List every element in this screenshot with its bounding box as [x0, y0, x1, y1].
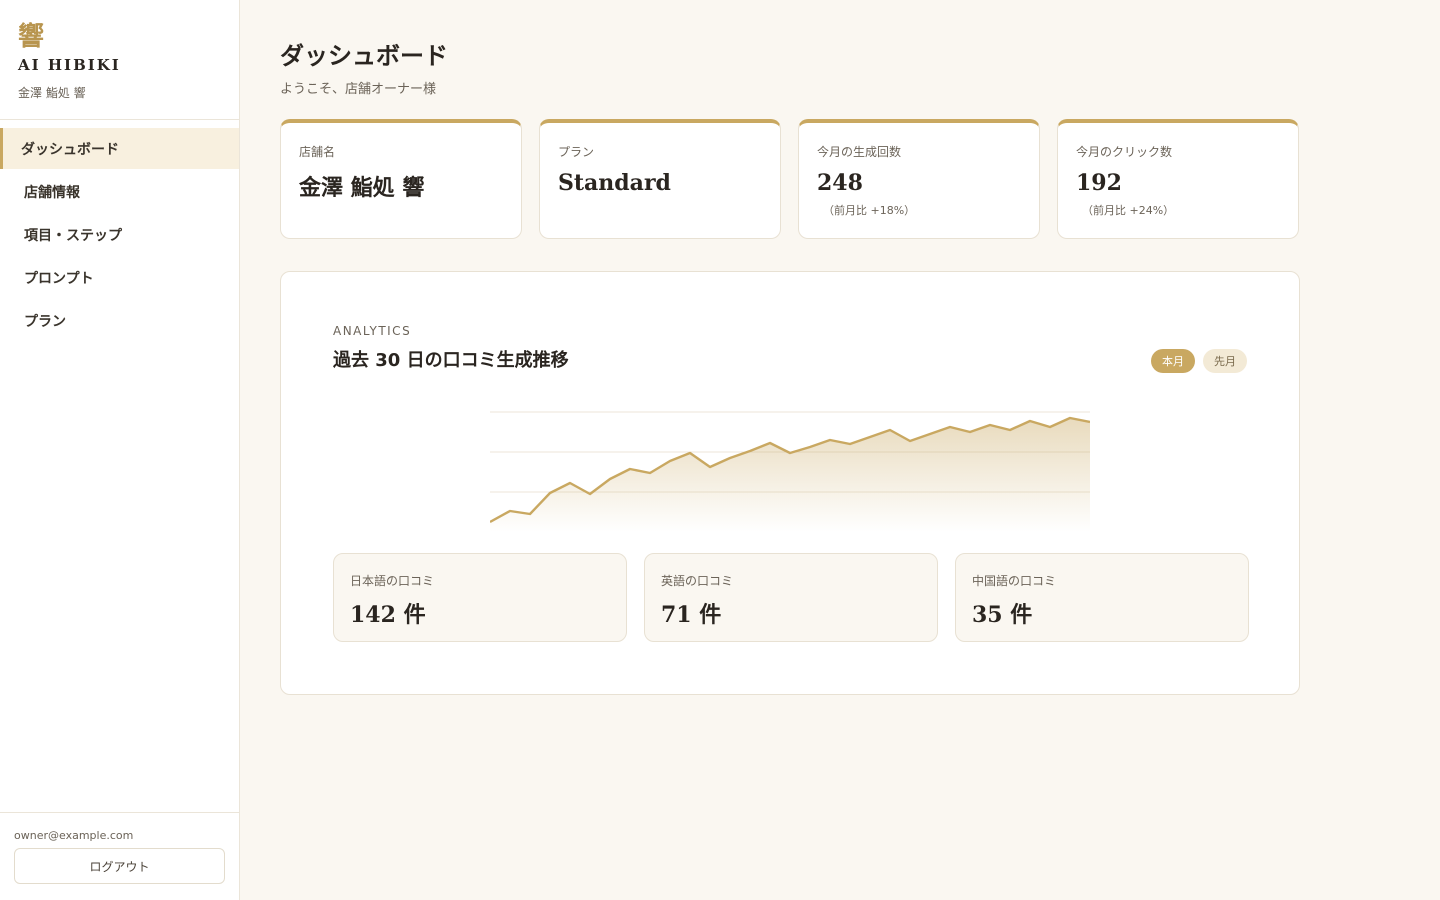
sidebar-item-prompt[interactable]: プロンプト — [0, 257, 239, 298]
stat-value: 金澤 鮨処 響 — [299, 175, 425, 201]
logout-button[interactable]: ログアウト — [14, 848, 225, 884]
brand-name: AI HIBIKI — [18, 56, 121, 74]
period-toggle: 本月 先月 — [1151, 349, 1247, 373]
language-label: 英語の口コミ — [661, 574, 734, 588]
language-cards: 日本語の口コミ 142 件 英語の口コミ 71 件 中国語の口コミ 35 件 — [333, 553, 1249, 642]
stat-value: 192 — [1076, 170, 1122, 196]
stat-cards: 店舗名 金澤 鮨処 響 プラン Standard 今月の生成回数 248 （前月… — [280, 119, 1300, 239]
stat-delta: （前月比 +18%） — [823, 204, 916, 217]
sidebar-item-dashboard[interactable]: ダッシュボード — [0, 128, 239, 169]
sidebar: 響 AI HIBIKI 金澤 鮨処 響 ダッシュボード 店舗情報 項目・ステップ… — [0, 0, 240, 900]
main-content: ダッシュボード ようこそ、店舗オーナー様 店舗名 金澤 鮨処 響 プラン Sta… — [280, 0, 1300, 695]
sidebar-item-label: ダッシュボード — [21, 141, 119, 158]
period-last-month-button[interactable]: 先月 — [1203, 349, 1247, 373]
sidebar-item-plan[interactable]: プラン — [0, 300, 239, 341]
brand-logo: 響 — [18, 22, 45, 52]
sidebar-item-items-steps[interactable]: 項目・ステップ — [0, 214, 239, 255]
language-card-chinese: 中国語の口コミ 35 件 — [955, 553, 1249, 642]
language-card-japanese: 日本語の口コミ 142 件 — [333, 553, 627, 642]
analytics-eyebrow: ANALYTICS — [333, 324, 412, 338]
sidebar-nav: ダッシュボード 店舗情報 項目・ステップ プロンプト プラン — [0, 128, 239, 341]
page-title: ダッシュボード — [280, 41, 448, 70]
stat-value: Standard — [558, 170, 671, 196]
analytics-panel: ANALYTICS 過去 30 日の口コミ生成推移 本月 先月 日本語の口コミ … — [280, 271, 1300, 695]
analytics-title: 過去 30 日の口コミ生成推移 — [333, 350, 569, 371]
trend-chart — [490, 411, 1090, 532]
language-count: 71 件 — [661, 602, 722, 628]
language-card-english: 英語の口コミ 71 件 — [644, 553, 938, 642]
stat-card-clicks: 今月のクリック数 192 （前月比 +24%） — [1057, 119, 1299, 239]
language-count: 142 件 — [350, 602, 426, 628]
stat-label: 今月の生成回数 — [817, 145, 902, 159]
brand-store-name: 金澤 鮨処 響 — [18, 86, 86, 100]
stat-value: 248 — [817, 170, 863, 196]
account-footer: owner@example.com ログアウト — [0, 812, 239, 900]
stat-label: 店舗名 — [299, 145, 336, 159]
stat-card-plan: プラン Standard — [539, 119, 781, 239]
sidebar-item-store-info[interactable]: 店舗情報 — [0, 171, 239, 212]
account-email: owner@example.com — [14, 829, 134, 842]
sidebar-item-label: プラン — [24, 313, 66, 330]
stat-card-generations: 今月の生成回数 248 （前月比 +18%） — [798, 119, 1040, 239]
sidebar-item-label: プロンプト — [24, 270, 94, 287]
page-subtitle: ようこそ、店舗オーナー様 — [280, 82, 437, 97]
sidebar-item-label: 項目・ステップ — [24, 227, 122, 244]
language-label: 中国語の口コミ — [972, 574, 1057, 588]
stat-label: 今月のクリック数 — [1076, 145, 1173, 159]
period-this-month-button[interactable]: 本月 — [1151, 349, 1195, 373]
chart-area — [490, 418, 1090, 532]
brand-block: 響 AI HIBIKI 金澤 鮨処 響 — [0, 0, 239, 120]
language-count: 35 件 — [972, 602, 1033, 628]
stat-card-store-name: 店舗名 金澤 鮨処 響 — [280, 119, 522, 239]
stat-delta: （前月比 +24%） — [1082, 204, 1175, 217]
sidebar-item-label: 店舗情報 — [24, 184, 80, 201]
stat-label: プラン — [558, 145, 595, 159]
language-label: 日本語の口コミ — [350, 574, 435, 588]
